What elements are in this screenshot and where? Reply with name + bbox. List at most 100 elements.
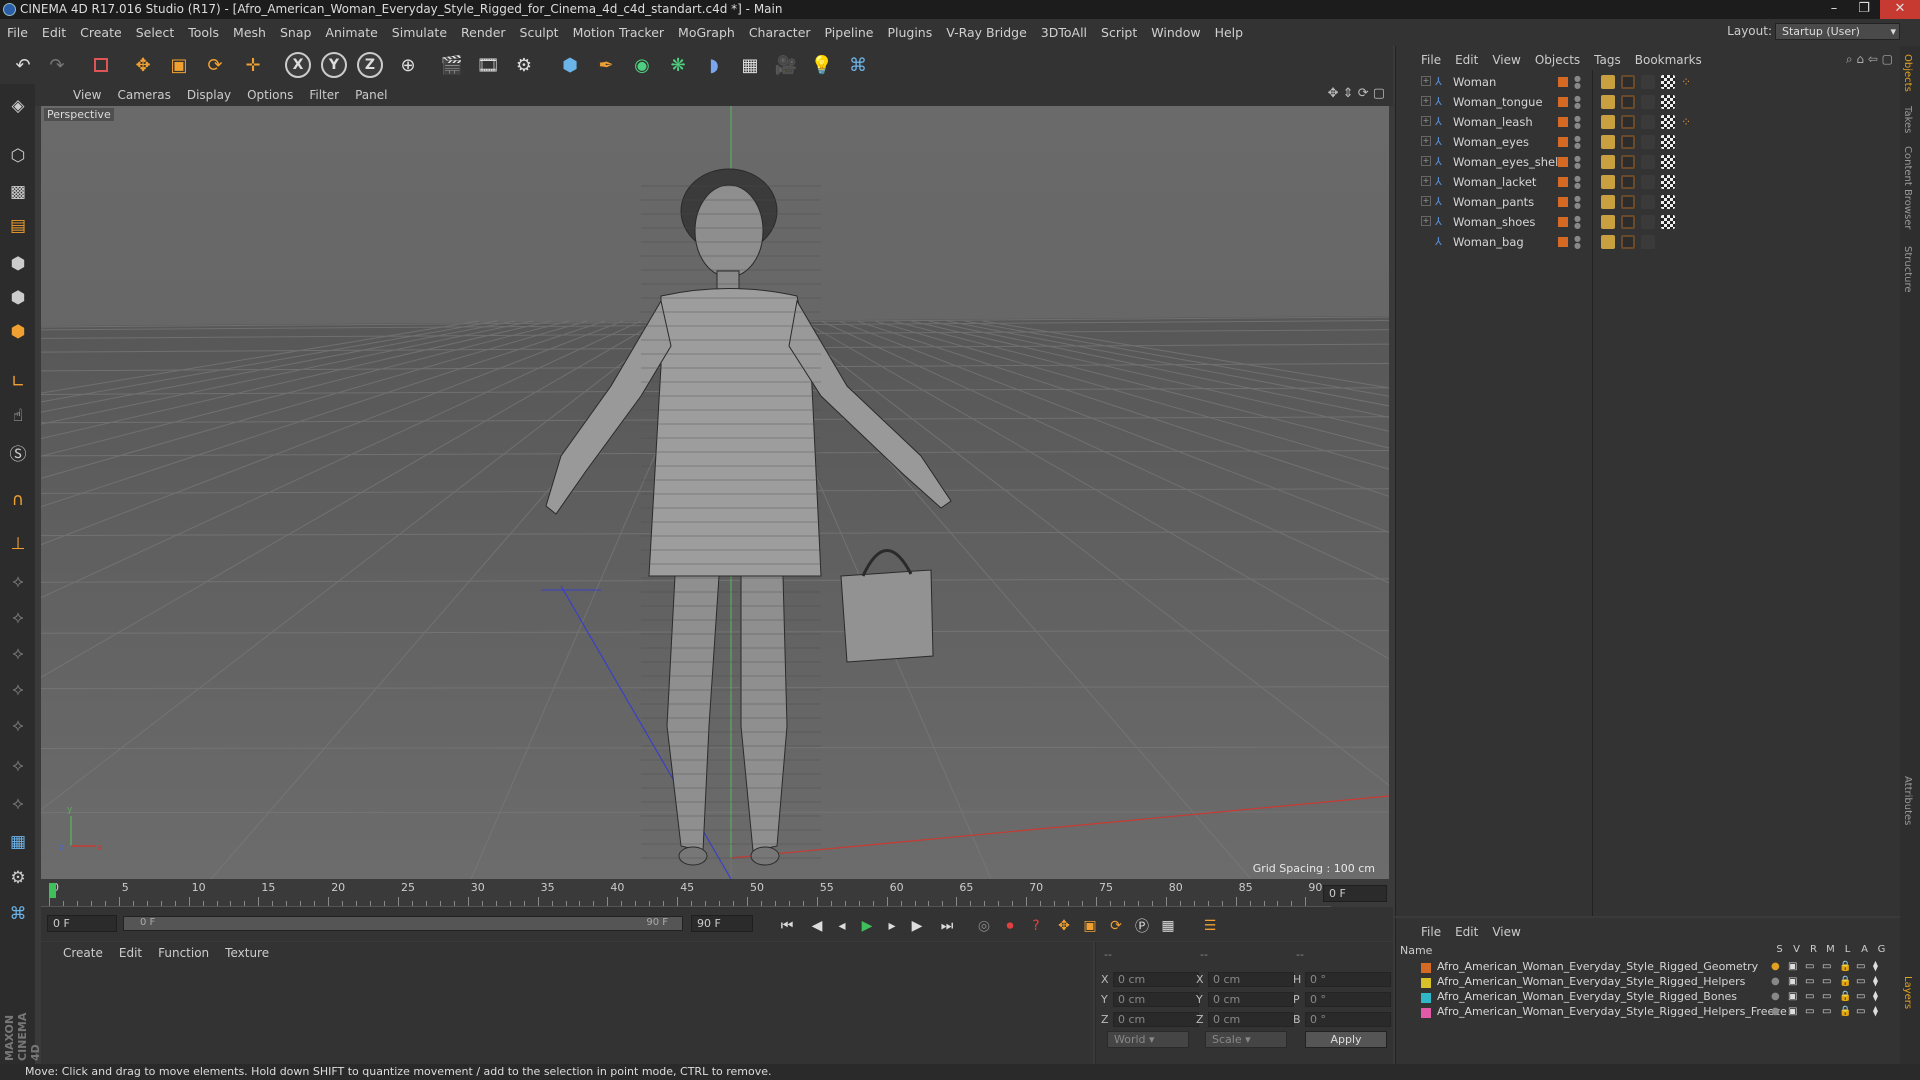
record-key-icon[interactable]: ⏺ (999, 915, 1021, 937)
ik-tag-icon[interactable] (1621, 75, 1635, 89)
layer-toggle-icon[interactable]: ● (1771, 961, 1780, 972)
object-row[interactable]: + ⅄ Woman_leash ● ● ⁘ (1396, 112, 1901, 132)
object-row[interactable]: + ⅄ Woman_pants ● ● (1396, 192, 1901, 212)
object-name[interactable]: Woman_shoes (1453, 215, 1535, 229)
ik-tag-icon[interactable] (1621, 235, 1635, 249)
layer-toggle-icon[interactable]: ▭ (1805, 961, 1814, 972)
side-tab-takes[interactable]: Takes (1902, 106, 1913, 133)
menu-character[interactable]: Character (742, 19, 818, 46)
live-selection-icon[interactable] (86, 50, 116, 80)
coord-field[interactable]: 0 cm (1113, 1012, 1199, 1027)
coord-field[interactable]: 0 ° (1305, 992, 1391, 1007)
lm-menu-edit[interactable]: Edit (1448, 922, 1485, 942)
visibility-dots-icon[interactable]: ● ● (1574, 155, 1581, 170)
layout-select[interactable]: Startup (User) ▾ (1775, 23, 1900, 40)
render-picture-viewer-icon[interactable]: 🎞 (473, 50, 503, 80)
autokey-icon[interactable]: ? (1025, 915, 1047, 937)
redo-icon[interactable]: ↷ (42, 50, 72, 80)
om-menu-view[interactable]: View (1485, 50, 1527, 70)
expand-icon[interactable]: + (1421, 116, 1431, 126)
menu-select[interactable]: Select (129, 19, 182, 46)
layer-toggle-icon[interactable]: ▭ (1856, 1006, 1865, 1017)
coord-field[interactable]: 0 cm (1113, 972, 1199, 987)
layer-toggle-icon[interactable]: ▭ (1856, 991, 1865, 1002)
expand-icon[interactable]: + (1421, 136, 1431, 146)
material-menu-texture[interactable]: Texture (217, 942, 277, 964)
texture-mode-icon[interactable]: ▩ (4, 178, 32, 206)
material-tag-icon[interactable] (1641, 235, 1655, 249)
script-icon[interactable]: ⌘ (4, 900, 32, 928)
joint-axis-icon[interactable]: ⊥ (4, 530, 32, 558)
camera-icon[interactable]: 🎥 (771, 50, 801, 80)
prev-frame-icon[interactable]: ◂ (831, 915, 853, 937)
visibility-dots-icon[interactable]: ● ● (1574, 115, 1581, 130)
layer-name[interactable]: Afro_American_Woman_Everyday_Style_Rigge… (1437, 990, 1737, 1003)
ik-tag-icon[interactable] (1621, 155, 1635, 169)
layer-toggle-icon[interactable]: ⧫ (1873, 961, 1878, 972)
layer-column-r[interactable]: R (1805, 944, 1822, 955)
coord-field[interactable]: 0 cm (1113, 992, 1199, 1007)
render-settings-icon[interactable]: ⚙ (509, 50, 539, 80)
texture-tag-icon[interactable] (1661, 95, 1675, 109)
layer-color-swatch[interactable] (1558, 117, 1568, 127)
key-position-icon[interactable]: ✥ (1053, 915, 1075, 937)
object-name[interactable]: Woman_bag (1453, 235, 1524, 249)
menu-mesh[interactable]: Mesh (226, 19, 273, 46)
floor-scene-icon[interactable]: ▦ (735, 50, 765, 80)
layer-toggle-icon[interactable]: ▭ (1805, 1006, 1814, 1017)
make-editable-icon[interactable]: ◈ (4, 92, 32, 120)
layer-toggle-icon[interactable]: 🔒 (1839, 1006, 1851, 1017)
menu-simulate[interactable]: Simulate (385, 19, 454, 46)
layer-toggle-icon[interactable]: ● (1771, 976, 1780, 987)
coord-field[interactable]: 0 cm (1208, 972, 1294, 987)
layer-color-swatch[interactable] (1558, 197, 1568, 207)
ik-tag-icon[interactable] (1621, 95, 1635, 109)
start-frame-field[interactable]: 0 F (47, 915, 117, 932)
visibility-dots-icon[interactable]: ● ● (1574, 75, 1581, 90)
layer-color-swatch[interactable] (1421, 963, 1431, 973)
texture-tag-icon[interactable] (1661, 215, 1675, 229)
minimize-button[interactable]: – (1820, 0, 1848, 19)
layer-row[interactable]: Afro_American_Woman_Everyday_Style_Rigge… (1396, 1005, 1896, 1020)
object-name[interactable]: Woman_tongue (1453, 95, 1543, 109)
material-tag-icon[interactable] (1641, 155, 1655, 169)
current-frame-field[interactable]: 0 F (1323, 885, 1387, 902)
object-row[interactable]: ⅄ Woman_bag ● ● (1396, 232, 1901, 252)
menu-script[interactable]: Script (1094, 19, 1144, 46)
coordinate-space-select[interactable]: World ▾ (1107, 1031, 1189, 1048)
layer-row[interactable]: Afro_American_Woman_Everyday_Style_Rigge… (1396, 975, 1896, 990)
material-tag-icon[interactable] (1641, 135, 1655, 149)
tweak-mode-icon[interactable]: ☝ (4, 402, 32, 430)
layer-toggle-icon[interactable]: ▣ (1788, 1006, 1797, 1017)
layer-column-m[interactable]: M (1822, 944, 1839, 955)
material-tag-icon[interactable] (1641, 95, 1655, 109)
apply-button[interactable]: Apply (1305, 1031, 1387, 1048)
coord-field[interactable]: 0 ° (1305, 1012, 1391, 1027)
layer-column-v[interactable]: V (1788, 944, 1805, 955)
timeline-ruler[interactable]: 051015202530354045505560657075808590 0 F (41, 879, 1393, 907)
side-tab-structure[interactable]: Structure (1902, 246, 1913, 293)
om-menu-file[interactable]: File (1414, 50, 1448, 70)
menu-plugins[interactable]: Plugins (880, 19, 939, 46)
workplane-mode-icon[interactable]: ▤ (4, 212, 32, 240)
weight-tag-icon[interactable]: ⁘ (1681, 75, 1695, 89)
next-frame-icon[interactable]: ▸ (881, 915, 903, 937)
display-tag-icon[interactable] (1601, 135, 1615, 149)
transform-tool-icon[interactable]: ✛ (238, 50, 268, 80)
object-name[interactable]: Woman_eyes (1453, 135, 1529, 149)
visibility-dots-icon[interactable]: ● ● (1574, 195, 1581, 210)
lm-menu-file[interactable]: File (1414, 922, 1448, 942)
deformer-icon[interactable]: ◗ (699, 50, 729, 80)
undo-icon[interactable]: ↶ (8, 50, 38, 80)
layer-toggle-icon[interactable]: ▭ (1805, 991, 1814, 1002)
expand-icon[interactable]: + (1421, 76, 1431, 86)
grid-lock-icon[interactable]: ▦ (4, 828, 32, 856)
scale-tool-icon[interactable]: ▣ (164, 50, 194, 80)
visibility-dots-icon[interactable]: ● ● (1574, 175, 1581, 190)
visibility-dots-icon[interactable]: ● ● (1574, 235, 1581, 250)
layer-color-swatch[interactable] (1558, 77, 1568, 87)
om-search-icons[interactable]: ⌕ ⌂ ⇦ ▢ (1846, 52, 1893, 67)
object-row[interactable]: + ⅄ Woman_tongue ● ● (1396, 92, 1901, 112)
texture-tag-icon[interactable] (1661, 175, 1675, 189)
3d-viewport[interactable]: y x z Perspective Grid Spacing : 100 cm (41, 106, 1389, 879)
